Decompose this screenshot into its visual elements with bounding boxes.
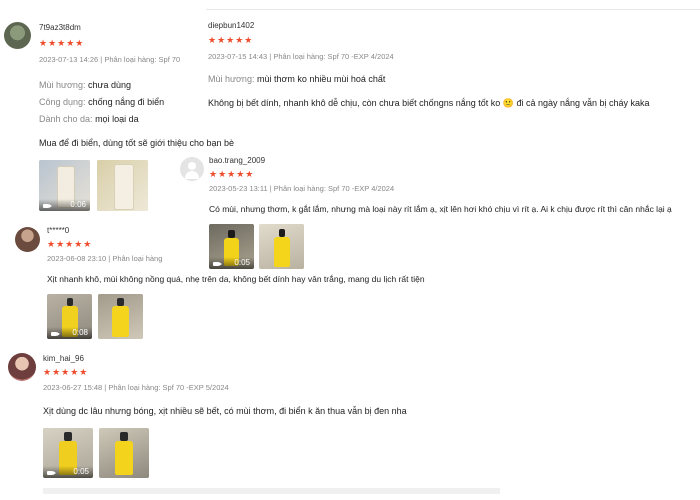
review-attribute: Dành cho da: mọi loại da [39, 114, 139, 124]
review-video-thumbnail[interactable]: 0:05 [209, 224, 254, 269]
review-video-thumbnail[interactable]: 0:08 [47, 294, 92, 339]
review-card: 7t9az3t8dm ★★★★★ 2023-07-13 14:26 | Phân… [0, 0, 234, 215]
video-camera-icon [43, 204, 52, 208]
star-rating: ★★★★★ [39, 38, 85, 48]
review-text: Không bị bết dính, nhanh khô dễ chịu, cò… [208, 98, 650, 108]
review-video-thumbnail[interactable]: 0:06 [39, 160, 90, 211]
review-meta: 2023-06-27 15:48 | Phân loại hàng: Spf 7… [43, 383, 229, 392]
review-image-thumbnail[interactable] [99, 428, 149, 478]
review-meta: 2023-06-08 23:10 | Phân loại hàng [47, 254, 163, 263]
video-camera-icon [51, 332, 60, 336]
star-rating: ★★★★★ [209, 169, 255, 179]
video-camera-icon [47, 471, 56, 475]
divider [43, 488, 500, 494]
video-duration: 0:05 [43, 466, 93, 478]
avatar[interactable] [4, 22, 31, 49]
review-text: Xịt dùng dc lâu nhưng bóng, xịt nhiều sẽ… [43, 406, 407, 416]
review-image-thumbnail[interactable] [97, 160, 148, 211]
star-rating: ★★★★★ [47, 239, 93, 249]
review-attribute: Mùi hương: chưa dùng [39, 80, 132, 90]
avatar[interactable] [180, 157, 204, 181]
video-duration: 0:05 [209, 257, 254, 269]
review-card: bao.trang_2009 ★★★★★ 2023-05-23 13:11 | … [176, 150, 700, 275]
review-image-thumbnail[interactable] [98, 294, 143, 339]
review-text: Xịt nhanh khô, mùi không nồng quá, nhẹ t… [47, 274, 425, 284]
review-image-thumbnail[interactable] [259, 224, 304, 269]
avatar[interactable] [8, 353, 36, 381]
review-video-thumbnail[interactable]: 0:05 [43, 428, 93, 478]
review-text: Có mùi, nhưng thơm, k gắt lắm, nhưng mà … [209, 204, 672, 214]
video-duration: 0:06 [39, 199, 90, 211]
review-username[interactable]: kim_hai_96 [43, 354, 84, 363]
star-rating: ★★★★★ [43, 367, 89, 377]
review-card: t*****0 ★★★★★ 2023-06-08 23:10 | Phân lo… [0, 220, 425, 345]
default-user-icon [188, 162, 196, 170]
star-rating: ★★★★★ [208, 35, 254, 45]
avatar[interactable] [15, 227, 40, 252]
review-attribute: Mùi hương: mùi thơm ko nhiều mùi hoá chấ… [208, 74, 386, 84]
review-username[interactable]: t*****0 [47, 226, 69, 235]
review-text: Mua để đi biển, dùng tốt sẽ giới thiệu c… [39, 138, 235, 148]
review-meta: 2023-07-13 14:26 | Phân loại hàng: Spf 7… [39, 55, 181, 64]
review-username[interactable]: diepbun1402 [208, 21, 254, 30]
review-username[interactable]: bao.trang_2009 [209, 156, 265, 165]
review-card: diepbun1402 ★★★★★ 2023-07-15 14:43 | Phâ… [201, 8, 700, 118]
review-meta: 2023-07-15 14:43 | Phân loại hàng: Spf 7… [208, 52, 394, 61]
video-camera-icon [213, 262, 222, 266]
review-username[interactable]: 7t9az3t8dm [39, 23, 81, 32]
review-meta: 2023-05-23 13:11 | Phân loại hàng: Spf 7… [209, 184, 395, 193]
review-card: kim_hai_96 ★★★★★ 2023-06-27 15:48 | Phân… [0, 345, 700, 500]
review-attribute: Công dụng: chống nắng đi biển [39, 97, 165, 107]
divider [206, 9, 700, 10]
video-duration: 0:08 [47, 327, 92, 339]
